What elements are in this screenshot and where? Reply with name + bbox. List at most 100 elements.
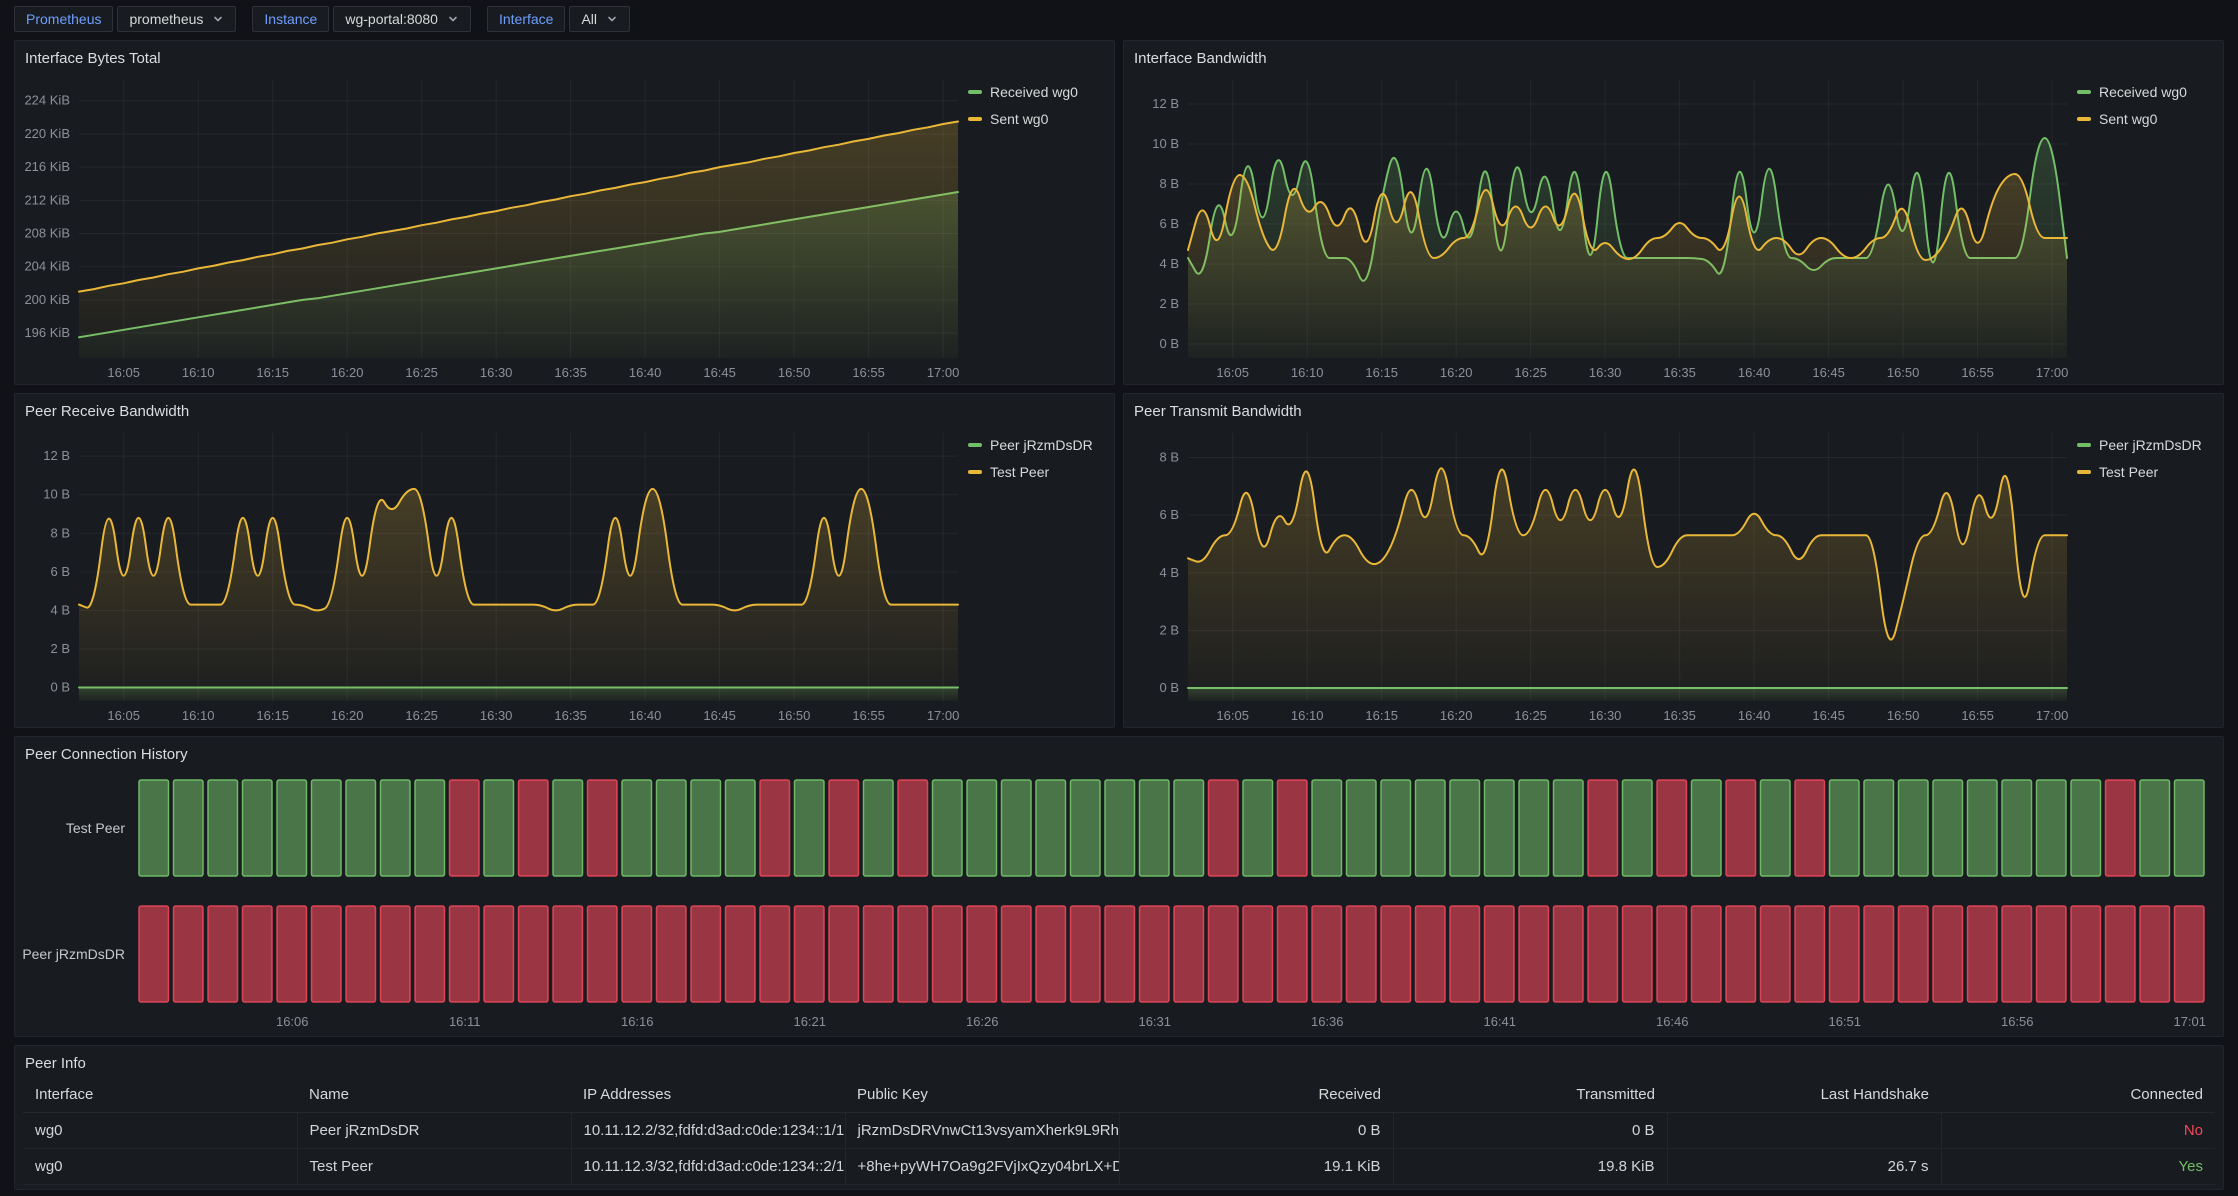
status-bar[interactable] [2071, 780, 2101, 876]
status-bar[interactable] [2140, 906, 2170, 1002]
legend-item[interactable]: Sent wg0 [968, 111, 1110, 127]
status-bar[interactable] [553, 780, 583, 876]
status-bar[interactable] [1864, 906, 1894, 1002]
status-bar[interactable] [1450, 906, 1480, 1002]
status-bar[interactable] [1519, 780, 1549, 876]
panel-title[interactable]: Interface Bytes Total [15, 41, 1114, 70]
status-bar[interactable] [312, 780, 342, 876]
peer-connection-history-chart[interactable]: Test PeerPeer jRzmDsDR16:0616:1116:1616:… [15, 766, 2223, 1036]
legend-item[interactable]: Sent wg0 [2077, 111, 2219, 127]
status-bar[interactable] [657, 780, 687, 876]
legend-item[interactable]: Received wg0 [968, 84, 1110, 100]
status-bar[interactable] [760, 780, 790, 876]
table-header-last-handshake[interactable]: Last Handshake [1667, 1077, 1941, 1112]
status-bar[interactable] [691, 906, 721, 1002]
status-bar[interactable] [553, 906, 583, 1002]
status-bar[interactable] [1036, 906, 1066, 1002]
status-bar[interactable] [829, 780, 859, 876]
status-bar[interactable] [726, 906, 756, 1002]
status-bar[interactable] [829, 906, 859, 1002]
status-bar[interactable] [864, 906, 894, 1002]
status-bar[interactable] [2071, 906, 2101, 1002]
status-bar[interactable] [864, 780, 894, 876]
status-bar[interactable] [381, 780, 411, 876]
status-bar[interactable] [1140, 780, 1170, 876]
status-bar[interactable] [1899, 780, 1929, 876]
status-bar[interactable] [1657, 780, 1687, 876]
status-bar[interactable] [657, 906, 687, 1002]
status-bar[interactable] [898, 780, 928, 876]
legend-item[interactable]: Peer jRzmDsDR [968, 437, 1110, 453]
status-bar[interactable] [1450, 780, 1480, 876]
status-bar[interactable] [2037, 906, 2067, 1002]
status-bar[interactable] [1554, 780, 1584, 876]
variable-dropdown-prometheus[interactable]: prometheus [117, 6, 236, 32]
status-bar[interactable] [139, 906, 169, 1002]
status-bar[interactable] [1416, 780, 1446, 876]
status-bar[interactable] [967, 906, 997, 1002]
status-bar[interactable] [1968, 906, 1998, 1002]
status-bar[interactable] [795, 906, 825, 1002]
status-bar[interactable] [1726, 780, 1756, 876]
panel-title[interactable]: Interface Bandwidth [1124, 41, 2223, 70]
variable-label-instance[interactable]: Instance [252, 6, 329, 32]
status-bar[interactable] [1933, 906, 1963, 1002]
status-bar[interactable] [967, 780, 997, 876]
panel-title[interactable]: Peer Transmit Bandwidth [1124, 394, 2223, 423]
status-bar[interactable] [795, 780, 825, 876]
status-bar[interactable] [1692, 780, 1722, 876]
status-bar[interactable] [1899, 906, 1929, 1002]
status-bar[interactable] [1692, 906, 1722, 1002]
status-bar[interactable] [1968, 780, 1998, 876]
status-bar[interactable] [588, 780, 618, 876]
status-bar[interactable] [1416, 906, 1446, 1002]
legend-item[interactable]: Received wg0 [2077, 84, 2219, 100]
peer-transmit-bandwidth-chart[interactable]: 16:0516:1016:1516:2016:2516:3016:3516:40… [1124, 423, 2077, 727]
panel-title[interactable]: Peer Info [15, 1046, 2223, 1075]
status-bar[interactable] [208, 780, 238, 876]
status-bar[interactable] [1864, 780, 1894, 876]
status-bar[interactable] [1830, 906, 1860, 1002]
status-bar[interactable] [622, 906, 652, 1002]
table-header-received[interactable]: Received [1119, 1077, 1393, 1112]
status-bar[interactable] [933, 780, 963, 876]
status-bar[interactable] [691, 780, 721, 876]
status-bar[interactable] [1761, 906, 1791, 1002]
table-header-ip-addresses[interactable]: IP Addresses [571, 1077, 845, 1112]
status-bar[interactable] [1243, 906, 1273, 1002]
status-bar[interactable] [2175, 780, 2205, 876]
status-bar[interactable] [1726, 906, 1756, 1002]
status-bar[interactable] [450, 906, 480, 1002]
status-bar[interactable] [1795, 906, 1825, 1002]
table-header-public-key[interactable]: Public Key [845, 1077, 1119, 1112]
peer-receive-bandwidth-chart[interactable]: 16:0516:1016:1516:2016:2516:3016:3516:40… [15, 423, 968, 727]
status-bar[interactable] [1036, 780, 1066, 876]
status-bar[interactable] [1312, 780, 1342, 876]
status-bar[interactable] [1312, 906, 1342, 1002]
status-bar[interactable] [1657, 906, 1687, 1002]
status-bar[interactable] [174, 906, 204, 1002]
table-header-connected[interactable]: Connected [1941, 1077, 2215, 1112]
interface-bandwidth-chart[interactable]: 16:0516:1016:1516:2016:2516:3016:3516:40… [1124, 70, 2077, 384]
status-bar[interactable] [760, 906, 790, 1002]
status-bar[interactable] [346, 780, 376, 876]
panel-title[interactable]: Peer Receive Bandwidth [15, 394, 1114, 423]
status-bar[interactable] [1381, 906, 1411, 1002]
status-bar[interactable] [1174, 906, 1204, 1002]
variable-dropdown-instance[interactable]: wg-portal:8080 [333, 6, 471, 32]
status-bar[interactable] [1278, 906, 1308, 1002]
table-header-transmitted[interactable]: Transmitted [1393, 1077, 1667, 1112]
legend-item[interactable]: Test Peer [968, 464, 1110, 480]
status-bar[interactable] [1588, 906, 1618, 1002]
status-bar[interactable] [139, 780, 169, 876]
status-bar[interactable] [2140, 780, 2170, 876]
status-bar[interactable] [1071, 780, 1101, 876]
status-bar[interactable] [312, 906, 342, 1002]
status-bar[interactable] [243, 780, 273, 876]
status-bar[interactable] [2175, 906, 2205, 1002]
variable-label-interface[interactable]: Interface [487, 6, 565, 32]
status-bar[interactable] [243, 906, 273, 1002]
status-bar[interactable] [1209, 780, 1239, 876]
status-bar[interactable] [2002, 906, 2032, 1002]
status-bar[interactable] [1795, 780, 1825, 876]
